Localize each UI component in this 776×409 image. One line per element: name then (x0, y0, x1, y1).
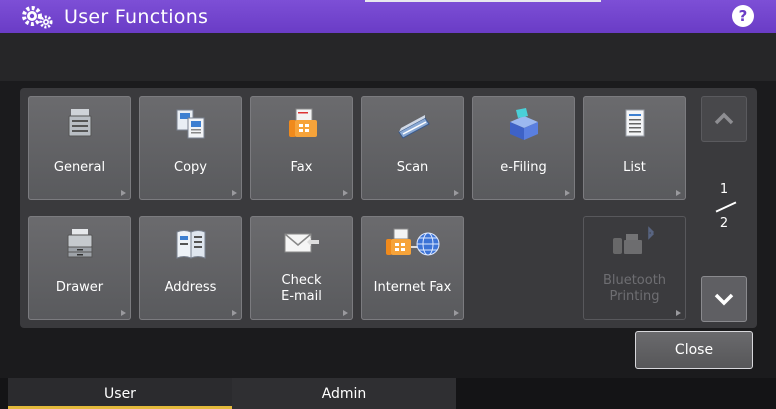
total-pages: 2 (719, 216, 729, 231)
bluetooth-printing-button[interactable]: Bluetooth Printing (583, 216, 686, 320)
help-icon: ? (738, 7, 748, 25)
tile-label: List (623, 160, 646, 175)
e-filing-button[interactable]: e-Filing (472, 96, 575, 200)
scan-button[interactable]: Scan (361, 96, 464, 200)
close-button[interactable]: Close (635, 331, 753, 369)
fax-button[interactable]: Fax (250, 96, 353, 200)
chevron-up-icon (714, 112, 734, 125)
tile-label: Internet Fax (373, 280, 452, 295)
chevron-down-icon (714, 293, 734, 306)
page-indicator: 1 2 (707, 180, 741, 234)
tile-label: Fax (290, 160, 313, 175)
list-button[interactable]: List (583, 96, 686, 200)
help-button[interactable]: ? (732, 5, 754, 27)
scroll-down-button[interactable] (701, 276, 747, 322)
envelope-icon (284, 233, 319, 253)
tile-label: Scan (396, 160, 429, 175)
tile-label-line-1: Check (281, 273, 322, 288)
address-button[interactable]: Address (139, 216, 242, 320)
scanner-icon (398, 115, 430, 139)
check-email-button[interactable]: Check E-mail (250, 216, 353, 320)
tile-label: Copy (174, 160, 207, 175)
copier-icon (68, 109, 92, 137)
tile-label: e-Filing (500, 160, 547, 175)
page-title: User Functions (64, 5, 209, 28)
tile-label-line-1: Bluetooth (602, 273, 667, 288)
tab-user[interactable]: User (8, 378, 232, 409)
tab-label: User (104, 385, 136, 402)
close-button-label: Close (674, 342, 714, 358)
scroll-up-button[interactable] (701, 96, 747, 142)
drawer-button[interactable]: Drawer (28, 216, 131, 320)
top-edge-indicator (365, 0, 601, 2)
bluetooth-printer-icon (613, 226, 655, 254)
tile-label-line-2: Printing (609, 289, 660, 304)
address-book-icon (176, 230, 206, 259)
general-button[interactable]: General (28, 96, 131, 200)
tile-label: General (53, 160, 106, 175)
internet-fax-icon (386, 228, 440, 256)
message-area (0, 33, 776, 81)
title-bar: User Functions ? (0, 0, 776, 33)
tab-admin[interactable]: Admin (232, 378, 456, 409)
mode-tabs: User Admin (0, 378, 776, 409)
tab-label: Admin (321, 385, 367, 402)
gear-icon (22, 5, 53, 28)
current-page: 1 (719, 182, 729, 197)
drawer-printer-icon (67, 229, 93, 258)
copy-pages-icon (176, 109, 205, 139)
list-document-icon (625, 109, 645, 137)
tile-label: Address (164, 280, 217, 295)
tile-label: Drawer (55, 280, 104, 295)
internet-fax-button[interactable]: Internet Fax (361, 216, 464, 320)
tile-label-line-2: E-mail (281, 289, 322, 304)
e-filing-box-icon (510, 108, 538, 140)
fax-icon (289, 108, 317, 137)
copy-button[interactable]: Copy (139, 96, 242, 200)
